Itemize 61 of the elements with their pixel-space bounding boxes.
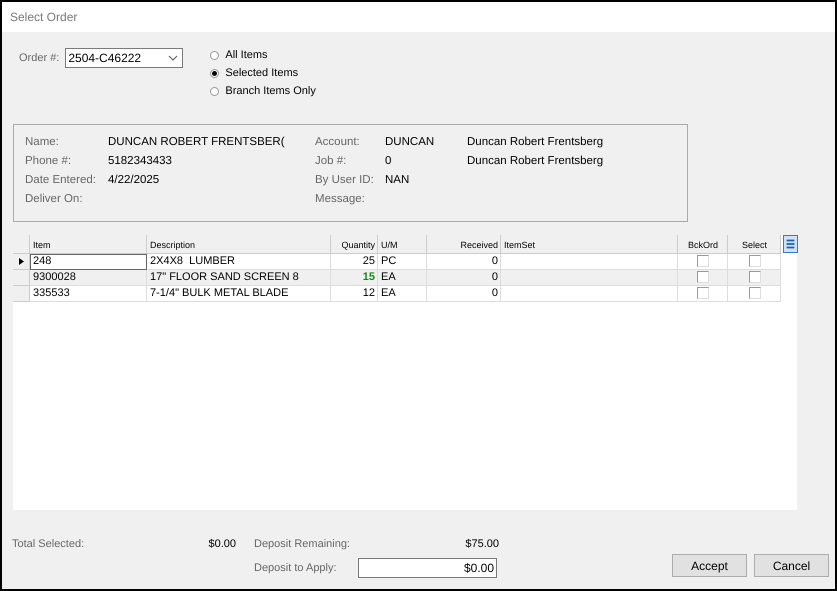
field-value: DUNCAN ROBERT FRENTSBER( bbox=[108, 136, 286, 148]
row-header[interactable] bbox=[13, 254, 30, 270]
field-value: Duncan Robert Frentsberg bbox=[467, 136, 604, 148]
checkbox[interactable] bbox=[697, 287, 709, 299]
field-value: 4/22/2025 bbox=[108, 174, 160, 186]
checkbox[interactable] bbox=[748, 287, 760, 299]
field-label: Date Entered: bbox=[25, 174, 97, 186]
field-label: Deliver On: bbox=[25, 193, 84, 205]
table-cell: 248 bbox=[30, 254, 147, 270]
order-label: Order #: bbox=[19, 52, 60, 64]
dialog-button[interactable]: Accept bbox=[672, 554, 747, 577]
column-header[interactable]: Select bbox=[728, 235, 781, 254]
table-cell: 335533 bbox=[30, 286, 147, 302]
dialog-button[interactable]: Cancel bbox=[754, 554, 829, 577]
order-dropdown[interactable]: 2504-C46222 bbox=[65, 48, 184, 68]
column-header[interactable]: ItemSet bbox=[501, 235, 678, 254]
deposit-label: Deposit to Apply: bbox=[254, 562, 338, 574]
field-label: Job #: bbox=[315, 155, 348, 167]
radio-button[interactable] bbox=[210, 68, 220, 78]
table-cell: 9300028 bbox=[30, 270, 147, 286]
deposit-label: Deposit Remaining: bbox=[254, 538, 351, 550]
field-label: Phone #: bbox=[25, 155, 72, 167]
checkbox[interactable] bbox=[697, 255, 709, 267]
field-label: Message: bbox=[315, 193, 366, 205]
checkbox[interactable] bbox=[748, 271, 760, 283]
field-label: Name: bbox=[25, 136, 60, 148]
field-label: By User ID: bbox=[315, 174, 375, 186]
field-value: NAN bbox=[385, 174, 410, 186]
table-cell: 15 bbox=[331, 270, 378, 286]
field-value: 0 bbox=[385, 155, 392, 167]
radio-button[interactable] bbox=[210, 86, 220, 96]
table-cell: 7-1/4" BULK METAL BLADE bbox=[147, 286, 331, 302]
table-cell: 12 bbox=[331, 286, 378, 302]
table-cell: EA bbox=[378, 270, 427, 286]
field-value: DUNCAN bbox=[385, 136, 436, 148]
checkbox[interactable] bbox=[697, 271, 709, 283]
table-cell: 17" FLOOR SAND SCREEN 8 bbox=[147, 270, 331, 286]
column-header[interactable]: BckOrd bbox=[678, 235, 728, 254]
menu-icon[interactable] bbox=[783, 235, 798, 253]
radio-button[interactable] bbox=[210, 50, 220, 60]
table-cell: 0 bbox=[427, 286, 501, 302]
deposit-value: $75.00 bbox=[464, 538, 499, 550]
column-header[interactable]: Received bbox=[427, 235, 501, 254]
field-value: Duncan Robert Frentsberg bbox=[467, 155, 604, 167]
total-label: Total Selected: bbox=[12, 538, 86, 550]
radio-option[interactable]: Branch Items Only bbox=[210, 85, 316, 97]
column-header[interactable]: Description bbox=[147, 235, 331, 254]
column-header[interactable]: Quantity bbox=[331, 235, 378, 254]
field-value: 5182343433 bbox=[108, 155, 173, 167]
chevron-icon bbox=[168, 55, 178, 61]
field-label: Account: bbox=[315, 136, 361, 148]
column-header[interactable]: U/M bbox=[378, 235, 427, 254]
total-value: $0.00 bbox=[207, 538, 236, 550]
table-cell: EA bbox=[378, 286, 427, 302]
current-row-icon bbox=[18, 258, 24, 265]
radio-option[interactable]: All Items bbox=[210, 49, 316, 61]
checkbox[interactable] bbox=[748, 255, 760, 267]
radio-option[interactable]: Selected Items bbox=[210, 67, 316, 79]
deposit-field[interactable]: $0.00 bbox=[358, 558, 497, 578]
table-cell: 0 bbox=[427, 270, 501, 286]
window-title: Select Order bbox=[10, 10, 78, 24]
